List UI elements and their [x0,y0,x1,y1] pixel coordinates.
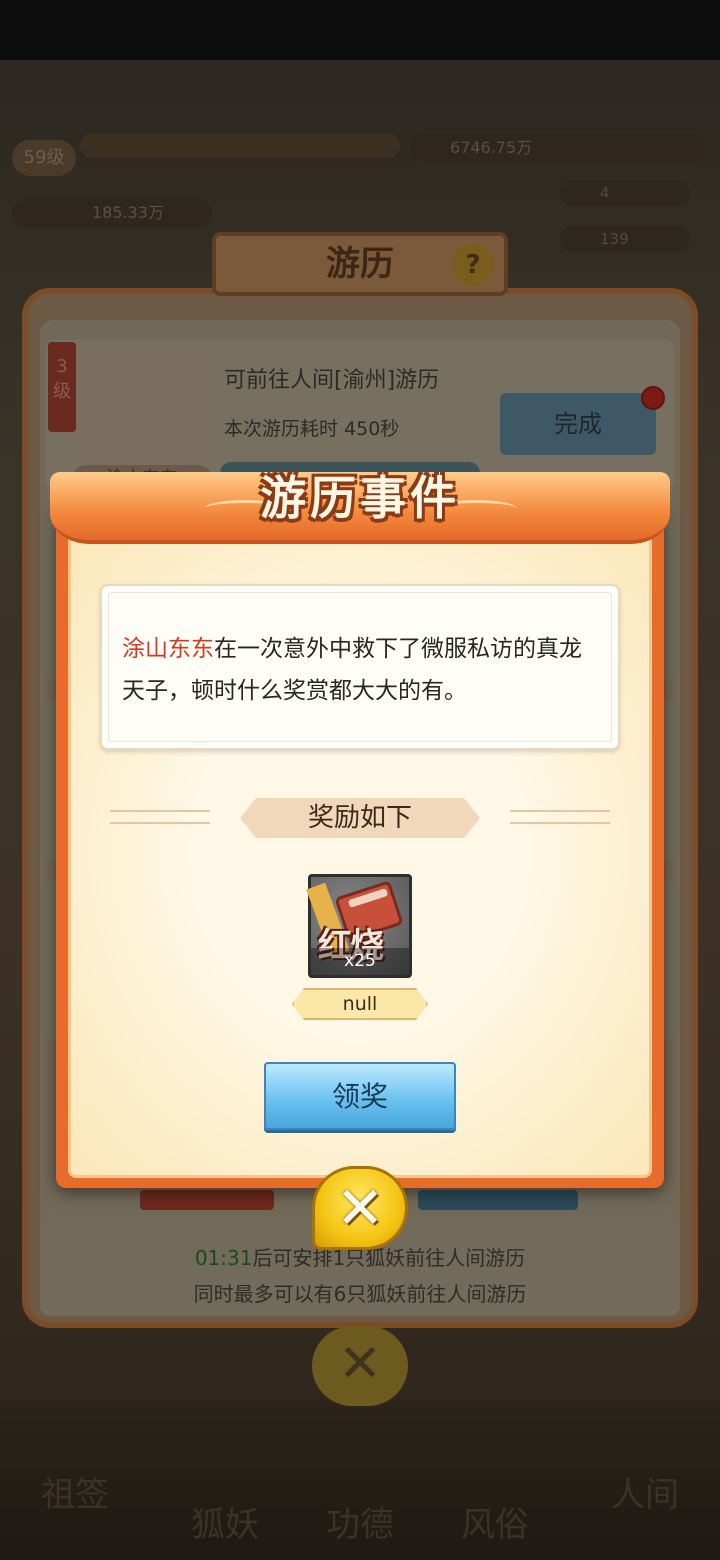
slot-button-red [140,1190,274,1210]
travel-destination: 可前往人间[渝州]游历 [224,368,440,393]
resource-bar: 6746.75万 [410,134,706,162]
event-modal-title: 游历事件 [260,471,460,525]
reward-header: 奖励如下 [307,803,412,833]
notification-dot [641,386,665,410]
nav-tab-2: 狐妖 [191,1505,259,1545]
nav-tab-5: 人间 [611,1475,679,1515]
player-level-badge: 59级 [12,140,76,176]
side-stat-b: 139 [560,226,690,252]
character-rank-badge: 3级 [48,342,76,432]
status-bar [0,0,720,60]
story-text: 涂山东东在一次意外中救下了微服私访的真龙天子，顿时什么奖赏都大大的有。 [122,628,602,712]
travel-footer-line2: 同时最多可以有6只狐妖前往人间游历 [193,1282,527,1306]
story-hero-name: 涂山东东 [122,636,214,662]
power-bar: 185.33万 [12,198,212,228]
nav-tab-4: 风俗 [461,1505,529,1545]
done-button[interactable]: 完成 [500,393,656,455]
help-icon[interactable]: ? [452,244,494,286]
item-quantity: x25 [344,951,376,971]
nav-tab-1: 祖签 [41,1475,109,1515]
nav-tab-3: 功德 [326,1505,394,1545]
item-label: null [342,993,378,1015]
side-stat-a: 4 [560,180,690,206]
slot-button-blue [418,1190,578,1210]
countdown-timer: 01:31 [194,1246,253,1270]
close-icon[interactable]: ✕ [312,1166,408,1250]
panel-close-icon: ✕ [312,1326,408,1406]
reward-ornament-left [110,810,210,824]
reward-ornament-right [510,810,610,824]
experience-bar [80,134,400,158]
travel-duration: 本次游历耗时 450秒 [224,418,400,440]
character-portrait [76,345,206,465]
claim-reward-button[interactable]: 领奖 [264,1062,456,1130]
